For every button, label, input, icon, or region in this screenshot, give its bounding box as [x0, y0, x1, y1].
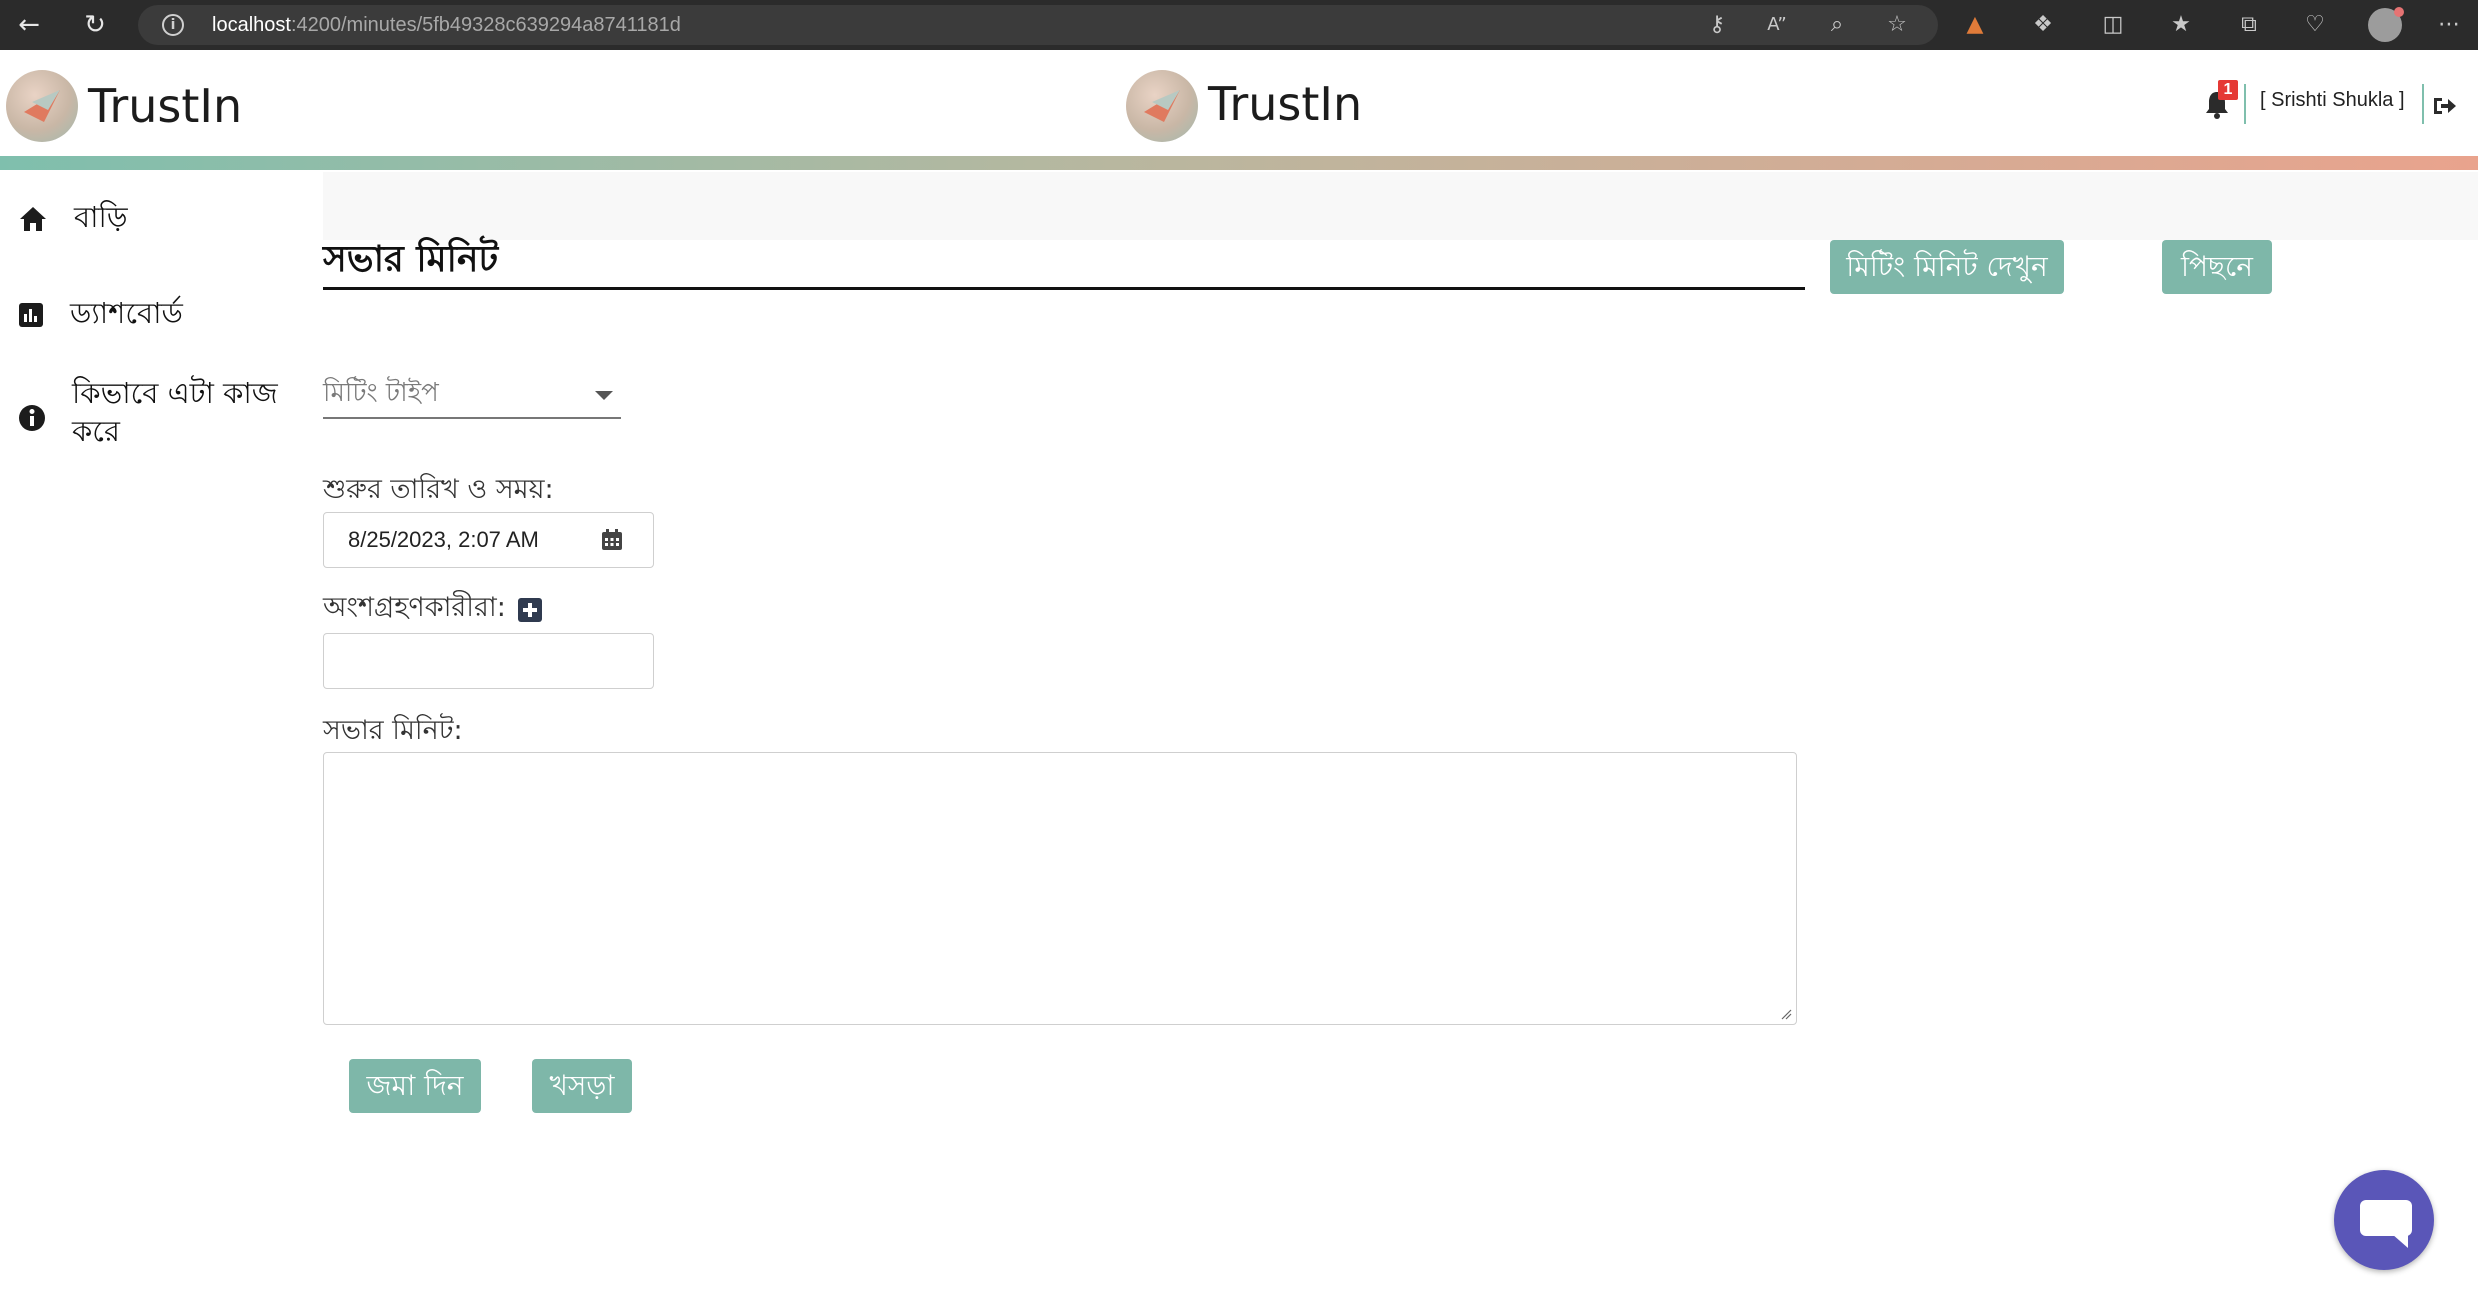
sidebar-item-label: ড্যাশবোর্ড — [70, 296, 183, 330]
sidebar-item-dashboard[interactable]: ড্যাশবোর্ড — [0, 290, 322, 340]
app-header: TrustIn TrustIn — [0, 50, 2478, 156]
extensions-icon[interactable]: ❖ — [2028, 10, 2058, 40]
header-gradient-bar — [0, 156, 2478, 170]
reload-icon[interactable]: ↻ — [78, 8, 112, 42]
sidebar-item-how-it-works[interactable]: কিভাবে এটা কাজ করে — [0, 374, 322, 464]
address-bar[interactable]: i localhost:4200/minutes/5fb49328c639294… — [138, 5, 1938, 45]
url-text: localhost:4200/minutes/5fb49328c639294a8… — [212, 14, 681, 36]
info-icon — [19, 405, 45, 431]
sidebar-item-label: কিভাবে এটা কাজ করে — [72, 376, 278, 448]
meeting-type-select[interactable]: মিটিং টাইপ — [323, 373, 621, 419]
title-underline — [323, 287, 1805, 290]
site-info-icon[interactable]: i — [162, 14, 184, 36]
logout-icon[interactable] — [2432, 94, 2458, 118]
participants-label: অংশগ্রহণকারীরা: — [323, 592, 506, 623]
notification-count-badge: 1 — [2218, 80, 2238, 100]
start-datetime-field[interactable]: 8/25/2023, 2:07 AM — [323, 512, 654, 568]
collections-icon[interactable]: ⧉ — [2234, 10, 2264, 40]
profile-avatar-icon[interactable] — [2368, 7, 2404, 42]
sidebar-item-label: বাড়ি — [74, 200, 128, 234]
trustin-logo-center-icon — [1126, 70, 1198, 142]
start-datetime-label: শুরুর তারিখ ও সময়: — [323, 474, 554, 505]
favorite-star-icon[interactable]: ☆ — [1882, 10, 1912, 40]
meeting-type-placeholder: মিটিং টাইপ — [323, 378, 439, 408]
url-host: localhost — [212, 14, 291, 36]
trustin-logo-icon[interactable] — [6, 70, 78, 142]
read-aloud-icon[interactable]: A” — [1762, 10, 1792, 40]
key-icon[interactable]: ⚷ — [1702, 10, 1732, 40]
chat-bubble-icon — [2360, 1200, 2412, 1236]
page-title: সভার মিনিট — [323, 239, 499, 280]
start-datetime-value: 8/25/2023, 2:07 AM — [348, 527, 539, 552]
url-path: :4200/minutes/5fb49328c639294a8741181d — [290, 14, 681, 36]
metamask-fox-icon[interactable]: ▲ — [1960, 10, 1990, 40]
header-divider — [2244, 84, 2246, 124]
back-arrow-icon[interactable]: ← — [12, 8, 46, 42]
favorites-list-icon[interactable]: ★ — [2166, 10, 2196, 40]
brand-name-left[interactable]: TrustIn — [88, 80, 242, 132]
view-meeting-minutes-button[interactable]: মিটিং মিনিট দেখুন — [1830, 240, 2064, 294]
draft-button[interactable]: খসড়া — [532, 1059, 632, 1113]
chevron-down-icon — [595, 391, 613, 400]
participants-input[interactable] — [323, 633, 654, 689]
zoom-icon[interactable]: ⌕ — [1822, 10, 1852, 40]
performance-heart-icon[interactable]: ♡ — [2300, 10, 2330, 40]
submit-button[interactable]: জমা দিন — [349, 1059, 481, 1113]
sidebar-item-home[interactable]: বাড়ি — [0, 196, 322, 246]
brand-name-center: TrustIn — [1208, 77, 1363, 131]
minutes-label: সভার মিনিট: — [323, 715, 463, 746]
chat-widget-button[interactable] — [2334, 1170, 2434, 1270]
resize-handle-icon[interactable] — [1780, 1008, 1792, 1020]
chat-bubble-tail — [2392, 1234, 2408, 1248]
split-screen-icon[interactable]: ◫ — [2098, 10, 2128, 40]
browser-toolbar: ← ↻ i localhost:4200/minutes/5fb49328c63… — [0, 0, 2478, 50]
minutes-textarea[interactable] — [323, 752, 1797, 1025]
calendar-icon[interactable] — [601, 529, 623, 551]
add-participant-icon[interactable] — [518, 598, 542, 622]
more-options-icon[interactable]: ⋯ — [2434, 10, 2464, 40]
chart-icon — [19, 303, 43, 327]
content-top-strip — [323, 172, 2478, 240]
user-name[interactable]: [ Srishti Shukla ] — [2260, 88, 2405, 112]
back-button[interactable]: পিছনে — [2162, 240, 2272, 294]
header-divider-2 — [2422, 84, 2424, 124]
home-icon — [20, 207, 46, 231]
